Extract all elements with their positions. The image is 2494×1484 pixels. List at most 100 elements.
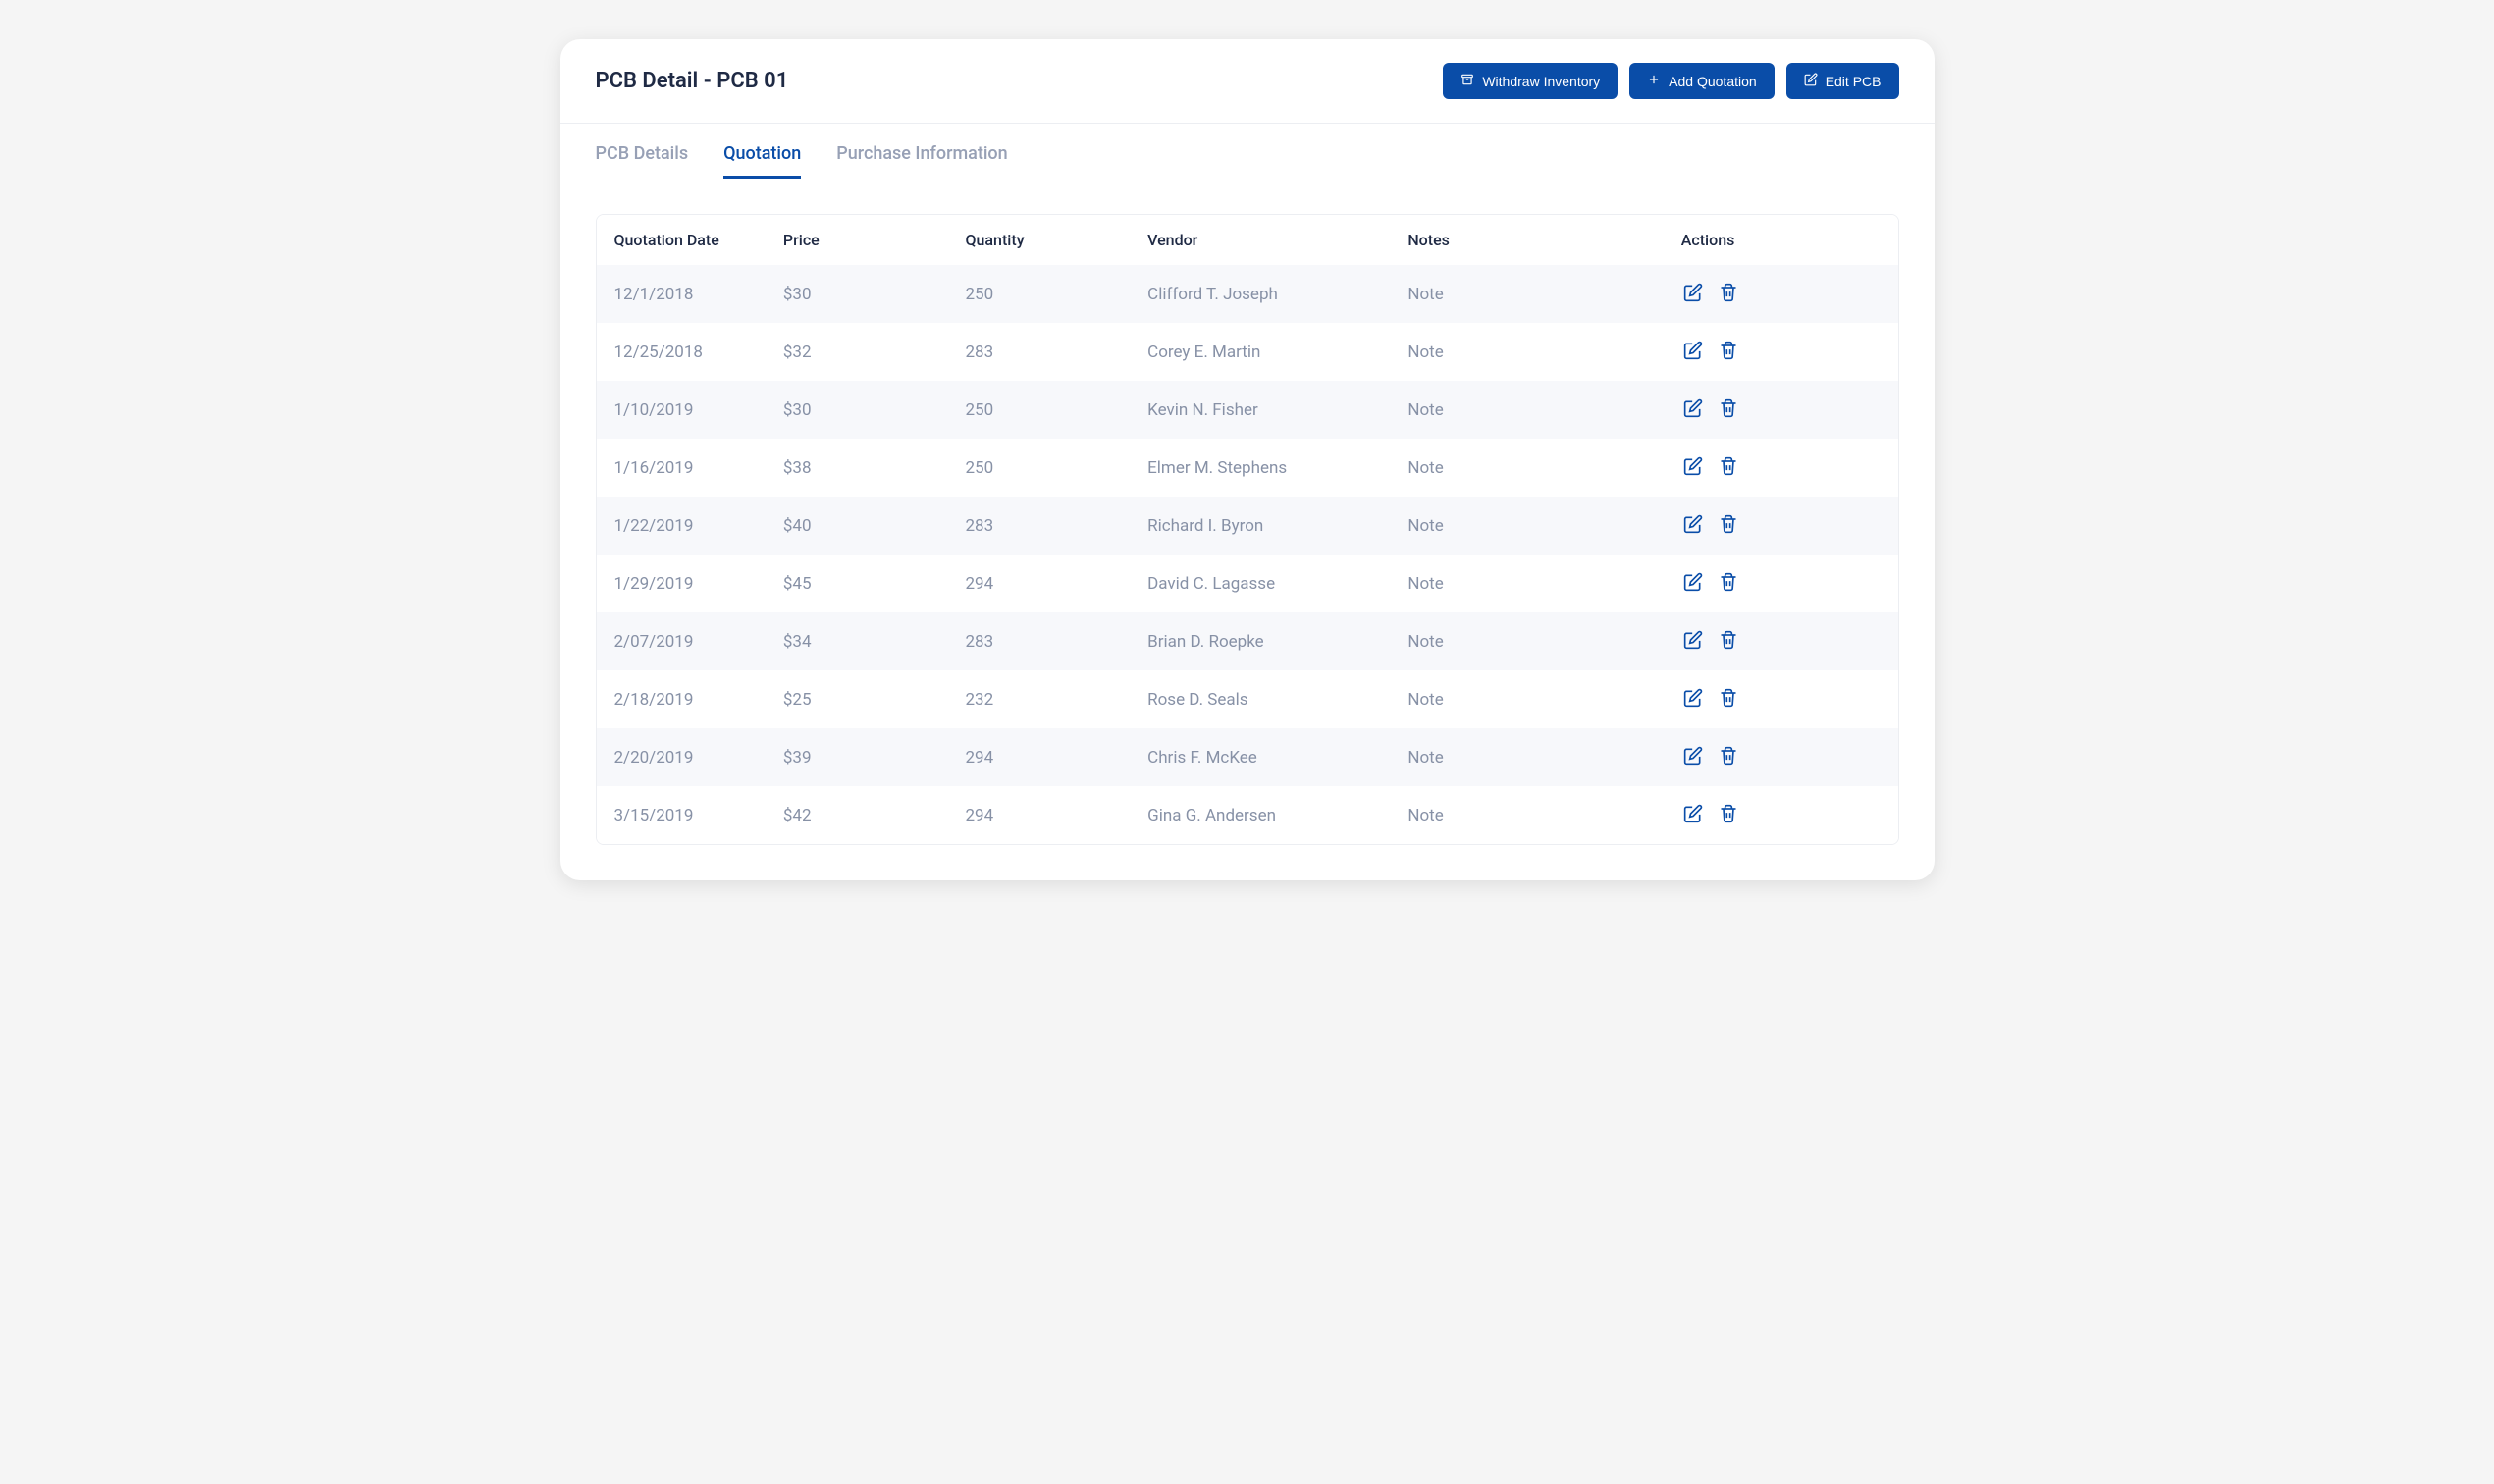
cell-actions bbox=[1664, 497, 1898, 555]
delete-row-button[interactable] bbox=[1717, 281, 1740, 307]
cell-vendor: Brian D. Roepke bbox=[1130, 612, 1390, 670]
cell-date: 1/22/2019 bbox=[597, 497, 766, 555]
cell-notes: Note bbox=[1390, 555, 1663, 612]
table-row: 2/18/2019$25232Rose D. SealsNote bbox=[597, 670, 1898, 728]
edit-row-button[interactable] bbox=[1681, 454, 1705, 481]
trash-icon bbox=[1719, 630, 1738, 653]
button-label: Add Quotation bbox=[1669, 74, 1757, 89]
edit-row-button[interactable] bbox=[1681, 686, 1705, 713]
table-row: 1/10/2019$30250Kevin N. FisherNote bbox=[597, 381, 1898, 439]
cell-actions bbox=[1664, 555, 1898, 612]
delete-row-button[interactable] bbox=[1717, 744, 1740, 770]
edit-pcb-button[interactable]: Edit PCB bbox=[1786, 63, 1899, 99]
table-row: 12/25/2018$32283Corey E. MartinNote bbox=[597, 323, 1898, 381]
cell-notes: Note bbox=[1390, 612, 1663, 670]
delete-row-button[interactable] bbox=[1717, 454, 1740, 481]
tab-quotation[interactable]: Quotation bbox=[723, 143, 801, 179]
header-buttons: Withdraw Inventory Add Quotation Edit PC… bbox=[1443, 63, 1898, 99]
edit-row-button[interactable] bbox=[1681, 628, 1705, 655]
edit-icon bbox=[1683, 688, 1703, 711]
delete-row-button[interactable] bbox=[1717, 686, 1740, 713]
cell-actions bbox=[1664, 786, 1898, 844]
cell-notes: Note bbox=[1390, 728, 1663, 786]
cell-quantity: 283 bbox=[948, 497, 1131, 555]
tab-purchase-information[interactable]: Purchase Information bbox=[836, 143, 1007, 179]
cell-date: 2/18/2019 bbox=[597, 670, 766, 728]
table-row: 2/07/2019$34283Brian D. RoepkeNote bbox=[597, 612, 1898, 670]
cell-date: 12/25/2018 bbox=[597, 323, 766, 381]
delete-row-button[interactable] bbox=[1717, 339, 1740, 365]
edit-icon bbox=[1683, 630, 1703, 653]
add-quotation-button[interactable]: Add Quotation bbox=[1629, 63, 1775, 99]
cell-quantity: 294 bbox=[948, 728, 1131, 786]
cell-price: $30 bbox=[766, 265, 948, 323]
edit-row-button[interactable] bbox=[1681, 802, 1705, 828]
quotation-table-wrap: Quotation Date Price Quantity Vendor Not… bbox=[596, 214, 1899, 845]
cell-date: 1/10/2019 bbox=[597, 381, 766, 439]
th-price: Price bbox=[766, 215, 948, 265]
edit-icon bbox=[1683, 398, 1703, 421]
edit-row-button[interactable] bbox=[1681, 397, 1705, 423]
cell-vendor: Elmer M. Stephens bbox=[1130, 439, 1390, 497]
tab-pcb-details[interactable]: PCB Details bbox=[596, 143, 689, 179]
edit-row-button[interactable] bbox=[1681, 281, 1705, 307]
table-row: 3/15/2019$42294Gina G. AndersenNote bbox=[597, 786, 1898, 844]
cell-actions bbox=[1664, 670, 1898, 728]
cell-notes: Note bbox=[1390, 439, 1663, 497]
cell-quantity: 232 bbox=[948, 670, 1131, 728]
detail-card: PCB Detail - PCB 01 Withdraw Inventory A… bbox=[560, 39, 1935, 880]
edit-icon bbox=[1683, 341, 1703, 363]
edit-row-button[interactable] bbox=[1681, 570, 1705, 597]
cell-date: 2/20/2019 bbox=[597, 728, 766, 786]
cell-notes: Note bbox=[1390, 497, 1663, 555]
table-row: 2/20/2019$39294Chris F. McKeeNote bbox=[597, 728, 1898, 786]
delete-row-button[interactable] bbox=[1717, 570, 1740, 597]
edit-row-button[interactable] bbox=[1681, 512, 1705, 539]
edit-row-button[interactable] bbox=[1681, 339, 1705, 365]
cell-vendor: Corey E. Martin bbox=[1130, 323, 1390, 381]
table-row: 12/1/2018$30250Clifford T. JosephNote bbox=[597, 265, 1898, 323]
cell-price: $30 bbox=[766, 381, 948, 439]
cell-price: $34 bbox=[766, 612, 948, 670]
cell-date: 3/15/2019 bbox=[597, 786, 766, 844]
table-row: 1/22/2019$40283Richard I. ByronNote bbox=[597, 497, 1898, 555]
edit-icon bbox=[1683, 456, 1703, 479]
trash-icon bbox=[1719, 456, 1738, 479]
edit-icon bbox=[1683, 283, 1703, 305]
button-label: Withdraw Inventory bbox=[1482, 74, 1600, 89]
tabs: PCB Details Quotation Purchase Informati… bbox=[560, 124, 1935, 179]
th-quotation-date: Quotation Date bbox=[597, 215, 766, 265]
trash-icon bbox=[1719, 341, 1738, 363]
cell-date: 2/07/2019 bbox=[597, 612, 766, 670]
withdraw-inventory-button[interactable]: Withdraw Inventory bbox=[1443, 63, 1618, 99]
cell-date: 1/16/2019 bbox=[597, 439, 766, 497]
edit-row-button[interactable] bbox=[1681, 744, 1705, 770]
cell-price: $42 bbox=[766, 786, 948, 844]
cell-notes: Note bbox=[1390, 670, 1663, 728]
delete-row-button[interactable] bbox=[1717, 512, 1740, 539]
edit-icon bbox=[1804, 73, 1818, 89]
trash-icon bbox=[1719, 804, 1738, 826]
trash-icon bbox=[1719, 514, 1738, 537]
cell-actions bbox=[1664, 612, 1898, 670]
plus-icon bbox=[1647, 73, 1661, 89]
cell-vendor: Gina G. Andersen bbox=[1130, 786, 1390, 844]
cell-quantity: 283 bbox=[948, 612, 1131, 670]
cell-quantity: 283 bbox=[948, 323, 1131, 381]
cell-quantity: 250 bbox=[948, 381, 1131, 439]
th-actions: Actions bbox=[1664, 215, 1898, 265]
delete-row-button[interactable] bbox=[1717, 628, 1740, 655]
cell-price: $40 bbox=[766, 497, 948, 555]
edit-icon bbox=[1683, 804, 1703, 826]
delete-row-button[interactable] bbox=[1717, 802, 1740, 828]
cell-quantity: 294 bbox=[948, 786, 1131, 844]
cell-vendor: Clifford T. Joseph bbox=[1130, 265, 1390, 323]
cell-quantity: 294 bbox=[948, 555, 1131, 612]
th-vendor: Vendor bbox=[1130, 215, 1390, 265]
cell-actions bbox=[1664, 381, 1898, 439]
cell-price: $25 bbox=[766, 670, 948, 728]
cell-notes: Note bbox=[1390, 786, 1663, 844]
th-notes: Notes bbox=[1390, 215, 1663, 265]
delete-row-button[interactable] bbox=[1717, 397, 1740, 423]
cell-notes: Note bbox=[1390, 265, 1663, 323]
